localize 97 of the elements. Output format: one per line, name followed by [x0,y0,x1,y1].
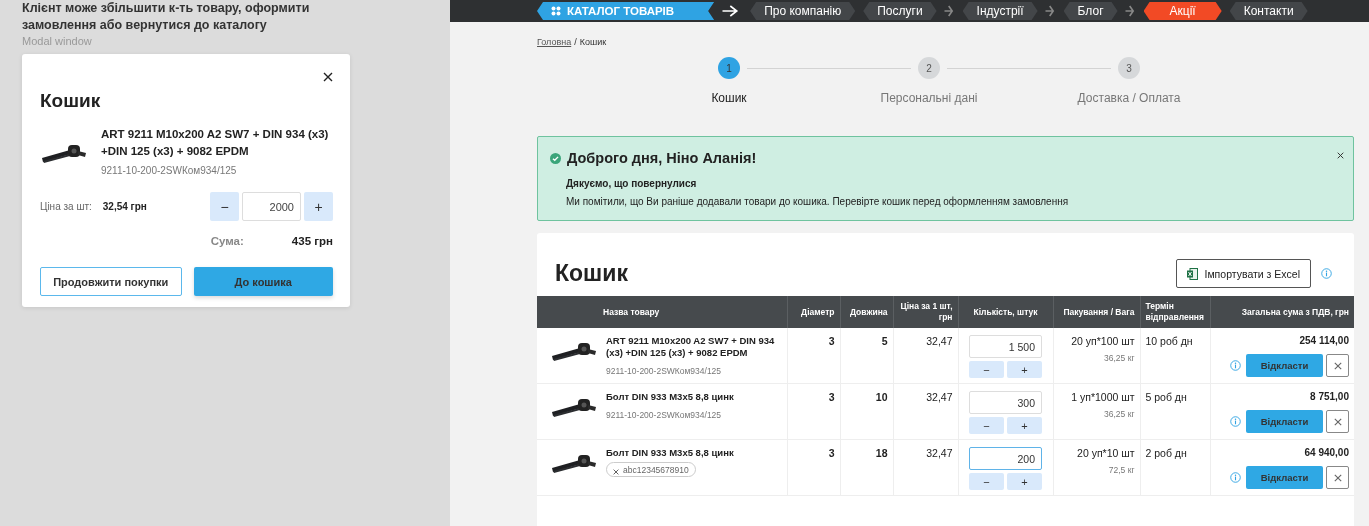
alert-title: Доброго дня, Ніно Аланія! [567,150,757,166]
annotation-title: Клієнт може збільшити к-ть товару, оформити замовлення або вернутися до каталогу [22,0,311,34]
import-excel-button[interactable]: Імпортувати з Excel [1176,259,1311,288]
decrease-button[interactable]: − [210,192,239,221]
column-header: Довжина [840,296,893,328]
table-cell: 2 роб дн [1140,439,1210,496]
increase-button[interactable]: + [304,192,333,221]
close-icon[interactable] [1337,152,1344,159]
product-name: ART 9211 M10x200 A2 SW7 + DIN 934 (x3) +DIN 125 (x3) + 9082 EPDM [606,335,776,359]
nav-tab[interactable]: Індустрії [962,2,1038,20]
quantity-field[interactable]: 200 [969,447,1042,470]
alert-subtitle: Дякуємо, що повернулися [566,178,698,189]
info-icon[interactable] [1230,472,1241,483]
quantity-field[interactable]: 2000 [242,192,301,221]
product-name: ART 9211 M10x200 A2 SW7 + DIN 934 (x3) +DIN 125 (x3) + 9082 EPDM [101,127,330,159]
step-label: Доставка / Оплата [1077,91,1181,105]
column-header: Назва товару [537,296,787,328]
postpone-button[interactable]: Відкласти [1246,466,1323,489]
grid-icon [551,6,561,16]
table-cell: 3 [787,439,840,496]
column-header: Кількість, штук [958,296,1053,328]
price-label: Ціна за шт: [40,201,92,212]
modal-title: Кошик [40,90,102,112]
increase-button[interactable]: + [1007,473,1042,490]
bolt-drawing [550,340,598,364]
product-sku: 9211-10-200-2SWКом934/125 [606,410,723,420]
alert-message: Ми помітили, що Ви раніше додавали товари до кошика. Перевірте кошик перед оформленням замовлення [566,196,1070,207]
quantity-field[interactable]: 1 500 [969,335,1042,358]
step-label: Кошик [711,91,747,105]
product-sku: 9211-10-200-2SWКом934/125 [606,366,723,376]
product-name: Болт DIN 933 M3x5 8,8 цинк [606,447,734,459]
check-icon [550,152,561,164]
increase-button[interactable]: + [1007,417,1042,434]
sum-label: Сума: [210,235,244,247]
annotation-subtitle: Modal window [22,35,93,47]
packing-text: 20 уп*100 шт [1070,335,1135,347]
info-icon[interactable] [1230,416,1241,427]
table-cell: 18 [840,439,893,496]
quantity-field[interactable]: 300 [969,391,1042,414]
cart-title: Кошик [555,260,629,287]
step-number: 2 [918,57,940,79]
product-sku: 9211-10-200-2SWКом934/125 [101,165,238,176]
decrease-button[interactable]: − [969,473,1004,490]
nav-tab[interactable]: Акції [1143,2,1222,20]
remove-icon[interactable] [613,469,619,475]
decrease-button[interactable]: − [969,361,1004,378]
nav-tab[interactable]: Про компанію [750,2,856,20]
column-header: Термін відправлення [1140,296,1210,328]
nav-tab[interactable]: Послуги [863,2,937,20]
bolt-drawing [40,142,88,166]
close-icon[interactable] [323,72,333,82]
weight-text: 36,25 кг [1103,353,1135,363]
step-number: 3 [1118,57,1140,79]
price-value: 32,54 грн [102,201,148,212]
increase-button[interactable]: + [1007,361,1042,378]
bolt-drawing [550,452,598,476]
info-icon[interactable] [1230,360,1241,371]
table-cell: 3 [787,328,840,384]
table-cell: 3 [787,383,840,440]
continue-shopping-button[interactable]: Продовжити покупки [40,267,182,296]
table-cell: 5 роб дн [1140,383,1210,440]
weight-text: 36,25 кг [1103,409,1135,419]
spreadsheet-icon [1187,267,1199,280]
postpone-button[interactable]: Відкласти [1246,410,1323,433]
remove-button[interactable] [1326,466,1349,489]
step-label: Персональні дані [880,91,978,105]
weight-text: 72,5 кг [1107,465,1135,475]
column-header: Пакування / Вага [1053,296,1140,328]
decrease-button[interactable]: − [969,417,1004,434]
remove-button[interactable] [1326,410,1349,433]
table-cell: 5 [840,328,893,384]
packing-text: 20 уп*10 шт [1076,447,1135,459]
column-header: Діаметр [787,296,840,328]
go-to-cart-button[interactable]: До кошика [193,267,333,296]
table-cell: 10 [840,383,893,440]
breadcrumb-link[interactable]: Головна [537,37,572,47]
column-header: Ціна за 1 шт, грн [893,296,958,328]
bolt-drawing [550,396,598,420]
breadcrumb-current: Кошик [579,37,607,47]
table-cell: 32,47 [893,383,958,440]
product-name: Болт DIN 933 M3x5 8,8 цинк [606,391,734,403]
table-cell: 32,47 [893,328,958,384]
table-cell: 10 роб дн [1140,328,1210,384]
info-icon[interactable] [1321,267,1332,279]
total-sum: 64 940,00 [1303,447,1349,458]
step-number: 1 [718,57,740,79]
total-sum: 254 114,00 [1298,335,1349,346]
column-header: Загальна сума з ПДВ, грн [1210,296,1354,328]
breadcrumb-separator: / [574,37,577,47]
sum-value: 435 грн [291,235,333,247]
packing-text: 1 уп*1000 шт [1070,391,1135,403]
table-cell: 32,47 [893,439,958,496]
remove-button[interactable] [1326,354,1349,377]
total-sum: 8 751,00 [1309,391,1349,402]
nav-tab[interactable]: Блог [1063,2,1118,20]
postpone-button[interactable]: Відкласти [1246,354,1323,377]
nav-tab[interactable]: Контакти [1229,2,1308,20]
